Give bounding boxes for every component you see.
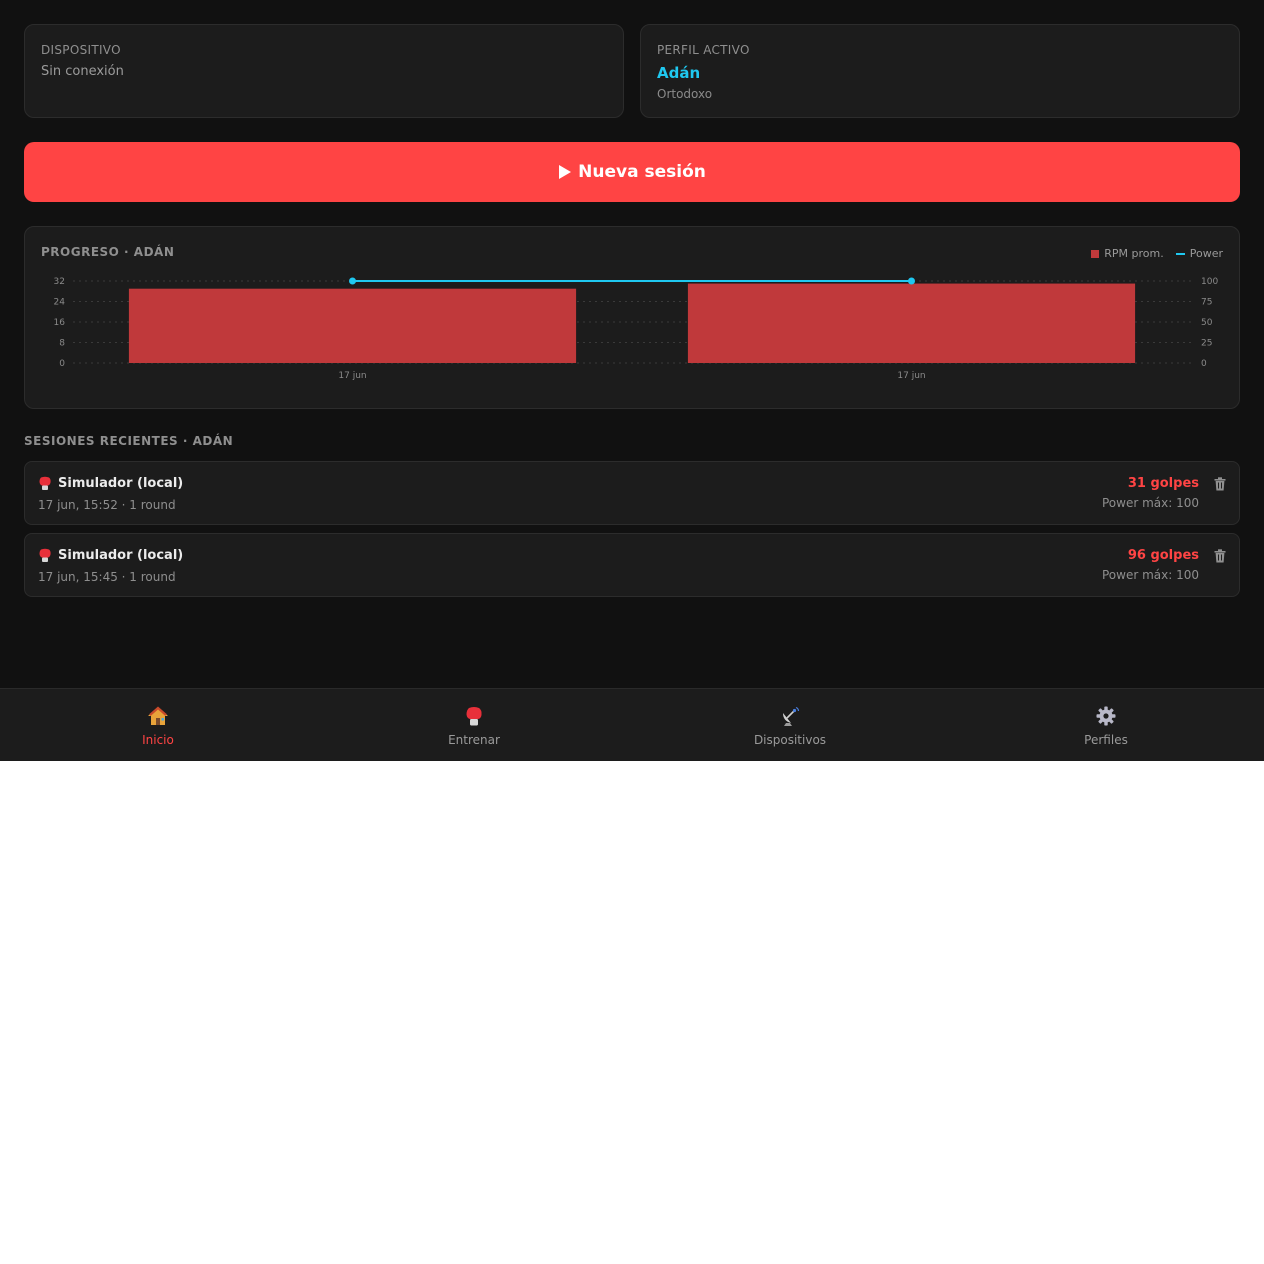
device-label: DISPOSITIVO	[41, 43, 121, 57]
satellite-antenna-icon	[780, 705, 800, 727]
session-name: Simulador (local)	[38, 476, 183, 491]
nav-label: Inicio	[142, 733, 174, 747]
y-right-tick-label: 75	[1201, 298, 1212, 308]
session-power: Power máx: 100	[1101, 568, 1199, 582]
recent-sessions-title: SESIONES RECIENTES · ADÁN	[24, 434, 234, 448]
y-left-tick-label: 0	[59, 359, 65, 369]
y-left-tick-label: 24	[54, 298, 66, 308]
bottom-nav: Inicio Entrenar Dispositivos Perfiles	[0, 688, 1264, 761]
home-icon	[147, 705, 169, 727]
gear-icon	[1096, 705, 1116, 727]
session-hits: 31 golpes	[1127, 476, 1199, 491]
profile-name: Adán	[657, 64, 701, 82]
nav-label: Perfiles	[1084, 733, 1128, 747]
chart-bar	[687, 283, 1136, 363]
nav-item-dispositivos[interactable]: Dispositivos	[632, 689, 948, 761]
session-name-text: Simulador (local)	[58, 476, 184, 491]
trash-icon[interactable]	[1214, 477, 1226, 491]
session-name-text: Simulador (local)	[58, 548, 184, 563]
active-profile-card[interactable]: PERFIL ACTIVO Adán Ortodoxo	[640, 24, 1240, 118]
y-right-tick-label: 25	[1201, 339, 1212, 349]
session-row[interactable]: Simulador (local) 17 jun, 15:52 · 1 roun…	[24, 461, 1240, 525]
new-session-label: Nueva sesión	[578, 162, 706, 182]
progress-chart: 0 8 16 24 32 0 25 50 75 100 17 jun 17 jun	[54, 277, 1219, 381]
nav-label: Dispositivos	[753, 733, 827, 747]
profile-label: PERFIL ACTIVO	[657, 43, 750, 57]
device-card: DISPOSITIVO Sin conexión	[24, 24, 624, 118]
y-left-tick-label: 8	[59, 339, 65, 349]
nav-item-perfiles[interactable]: Perfiles	[948, 689, 1264, 761]
progress-card: PROGRESO · ADÁN RPM prom. Power 0 8 16 24 32…	[24, 226, 1240, 409]
power-point	[349, 277, 356, 285]
session-power: Power máx: 100	[1101, 496, 1199, 510]
profile-stance: Ortodoxo	[657, 87, 713, 101]
x-tick-label: 17 jun	[338, 371, 366, 381]
play-icon	[559, 165, 572, 179]
nav-label: Entrenar	[448, 733, 500, 747]
y-right-tick-label: 50	[1201, 318, 1213, 328]
session-hits: 96 golpes	[1127, 548, 1199, 563]
power-point	[908, 277, 915, 285]
trash-icon[interactable]	[1214, 549, 1226, 563]
y-left-tick-label: 32	[54, 277, 65, 287]
session-row[interactable]: Simulador (local) 17 jun, 15:45 · 1 roun…	[24, 533, 1240, 597]
app-screen: DISPOSITIVO Sin conexión PERFIL ACTIVO A…	[0, 0, 1264, 761]
nav-item-inicio[interactable]: Inicio	[0, 689, 316, 761]
session-meta: 17 jun, 15:45 · 1 round	[38, 570, 176, 584]
new-session-button[interactable]: Nueva sesión	[24, 142, 1240, 202]
boxing-glove-icon	[39, 476, 51, 490]
x-tick-label: 17 jun	[897, 371, 925, 381]
chart-bar	[128, 288, 577, 363]
y-right-tick-label: 100	[1201, 277, 1218, 287]
session-name: Simulador (local)	[38, 548, 183, 563]
y-right-tick-label: 0	[1201, 359, 1207, 369]
y-left-tick-label: 16	[54, 318, 66, 328]
session-meta: 17 jun, 15:52 · 1 round	[38, 498, 176, 512]
device-status: Sin conexión	[41, 64, 124, 79]
nav-item-entrenar[interactable]: Entrenar	[316, 689, 632, 761]
boxing-glove-icon	[39, 548, 51, 562]
boxing-glove-icon	[465, 705, 483, 727]
